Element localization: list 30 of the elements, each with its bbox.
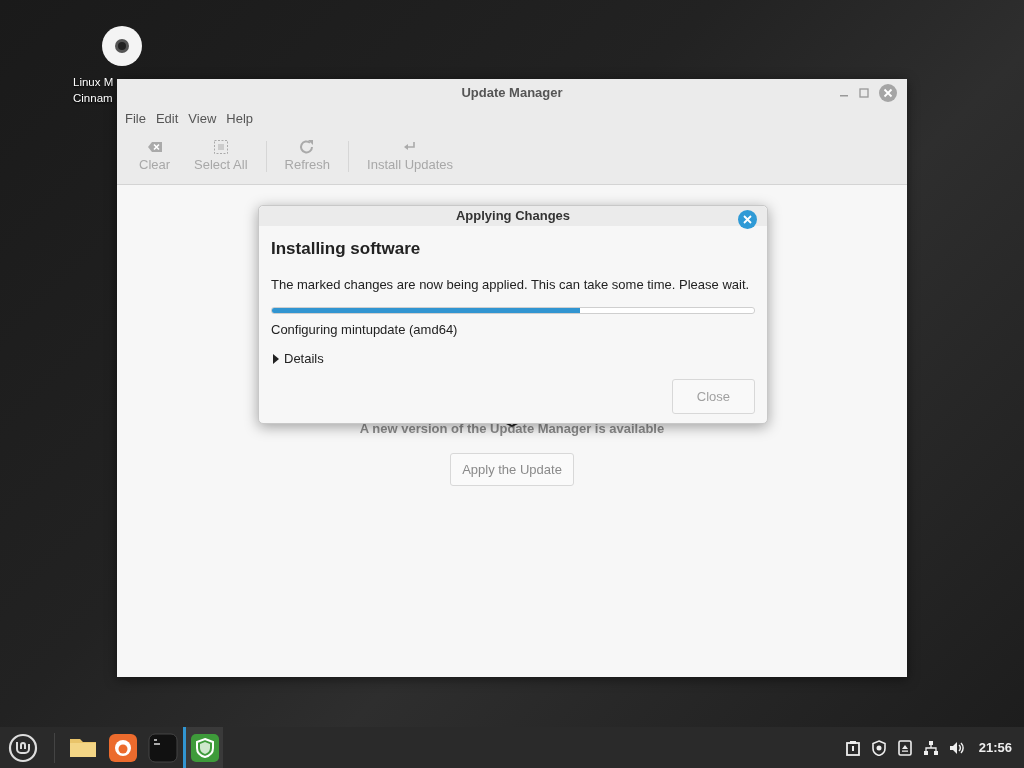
notes-icon[interactable] [844, 739, 861, 756]
update-message: A new version of the Update Manager is available [359, 420, 665, 438]
apply-update-button[interactable]: Apply the Update [450, 452, 574, 486]
disc-icon[interactable] [102, 26, 142, 66]
icon-label: Linux M [73, 75, 114, 90]
select-all-icon [211, 138, 230, 155]
dialog-title: Applying Changes [455, 207, 571, 225]
shield-icon [189, 732, 220, 763]
taskbar-app[interactable] [183, 727, 223, 768]
icon-label: Cinnam [73, 91, 113, 106]
clock[interactable]: 21:56 [978, 737, 1012, 758]
menu-item[interactable]: Edit [151, 107, 183, 131]
browser-icon [108, 732, 138, 763]
close-button[interactable] [738, 210, 757, 229]
network-icon[interactable] [922, 739, 939, 756]
status-text: Configuring mintupdate (amd64) [271, 320, 459, 339]
dialog-message: The marked changes are now being applied. This can take some time. Please wait. [271, 276, 751, 294]
caret-right-icon [271, 353, 280, 364]
menu-item[interactable]: View [184, 107, 221, 131]
menu-item[interactable]: File [121, 107, 150, 131]
volume-icon[interactable] [948, 739, 965, 756]
terminal-icon [148, 732, 178, 763]
window-title: Update Manager [461, 84, 563, 103]
menu-item[interactable]: Help [222, 107, 258, 131]
eject-icon[interactable] [896, 739, 913, 756]
close-icon [743, 215, 752, 224]
shield-icon[interactable] [870, 739, 887, 756]
details-expander[interactable]: Details [271, 349, 324, 369]
mint-logo-icon [8, 732, 38, 763]
dialog-heading: Installing software [271, 237, 422, 260]
